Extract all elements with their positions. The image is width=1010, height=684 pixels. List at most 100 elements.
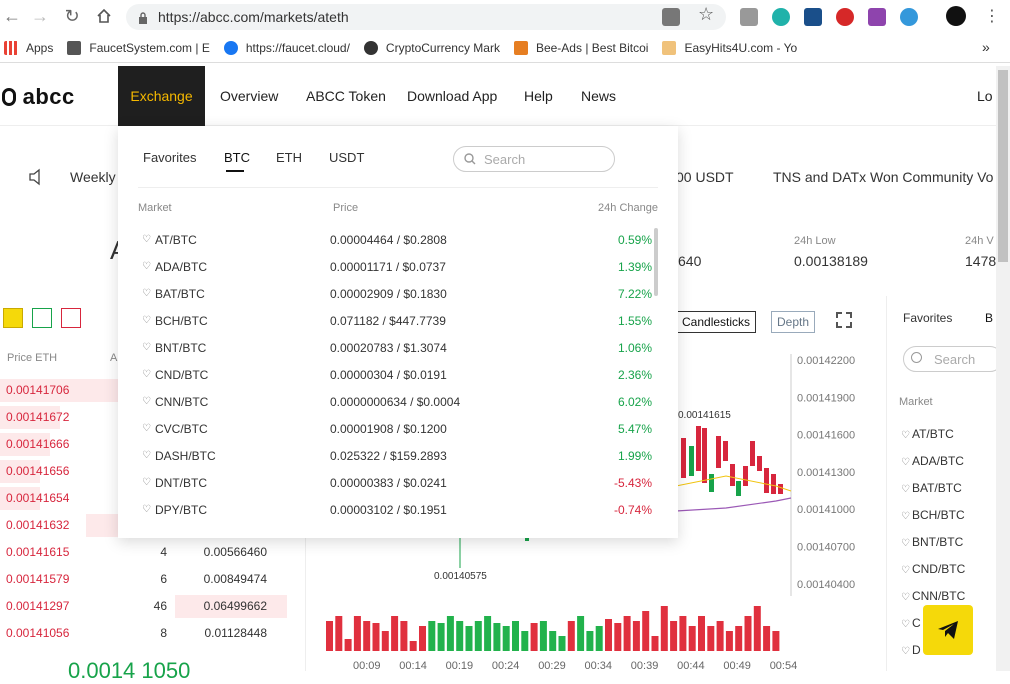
bookmark-easyhits[interactable]: EasyHits4U.com - Yo (662, 40, 797, 55)
logo[interactable]: abcc (2, 84, 75, 110)
market-row[interactable]: ♡ DNT/BTC 0.00000383 / $0.0241 -5.43% (118, 469, 678, 496)
heart-icon[interactable]: ♡ (901, 484, 910, 495)
market-row[interactable]: ♡ BCH/BTC 0.071182 / $447.7739 1.55% (118, 307, 678, 334)
right-tab-favorites[interactable]: Favorites (903, 311, 952, 325)
bookmarks-more[interactable]: » (982, 39, 990, 55)
right-market-row[interactable]: ♡ CND/BTC (901, 562, 965, 576)
candle (723, 441, 728, 461)
search-icon (911, 352, 922, 363)
right-market-row[interactable]: ♡ BAT/BTC (901, 481, 962, 495)
right-market-row[interactable]: ♡ CNN/BTC (901, 589, 965, 603)
heart-icon[interactable]: ♡ (142, 261, 151, 272)
volume-bar (446, 616, 454, 651)
dropdown-tab-usdt[interactable]: USDT (329, 150, 364, 165)
heart-icon[interactable]: ♡ (142, 396, 151, 407)
heart-icon[interactable]: ♡ (901, 592, 910, 603)
heart-icon[interactable]: ♡ (142, 477, 151, 488)
telegram-button[interactable] (923, 605, 973, 655)
view-both-icon[interactable] (3, 308, 23, 328)
reload-icon[interactable]: ↻ (60, 4, 84, 28)
orderbook-row[interactable]: 0.00141297 46 0.06499662 (0, 593, 287, 620)
dropdown-tab-eth[interactable]: ETH (276, 150, 302, 165)
market-row[interactable]: ♡ CVC/BTC 0.00001908 / $0.1200 5.47% (118, 415, 678, 442)
bookmark-bee-ads[interactable]: Bee-Ads | Best Bitcoi (513, 40, 648, 55)
market-row[interactable]: ♡ AT/BTC 0.00004464 / $0.2808 0.59% (118, 226, 678, 253)
heart-icon[interactable]: ♡ (142, 504, 151, 515)
bookmark-faucetsystem[interactable]: FaucetSystem.com | E (67, 40, 210, 55)
right-market-row[interactable]: ♡ BCH/BTC (901, 508, 965, 522)
right-tab-btc[interactable]: B (985, 311, 993, 325)
heart-icon[interactable]: ♡ (142, 369, 151, 380)
home-icon[interactable] (92, 4, 116, 28)
heart-icon[interactable]: ♡ (142, 423, 151, 434)
profile-avatar[interactable] (946, 6, 966, 26)
right-market-row[interactable]: ♡ ADA/BTC (901, 454, 964, 468)
nav-download-app[interactable]: Download App (407, 88, 497, 104)
bookmarks-bar: Apps FaucetSystem.com | E https://faucet… (0, 33, 1010, 63)
ticker-mid[interactable]: 00 USDT (676, 169, 734, 185)
view-asks-icon[interactable] (61, 308, 81, 328)
nav-exchange[interactable]: Exchange (118, 66, 205, 126)
dropdown-scrollbar[interactable] (654, 228, 658, 296)
nav-abcc-token[interactable]: ABCC Token (306, 88, 386, 104)
star-icon[interactable]: ☆ (698, 4, 714, 25)
menu-icon[interactable]: ⋮ (984, 6, 1000, 26)
right-market-row[interactable]: ♡ AT/BTC (901, 427, 954, 441)
heart-icon[interactable]: ♡ (901, 511, 910, 522)
orderbook-row[interactable]: 0.00141615 4 0.00566460 (0, 539, 287, 566)
extension-icon-1[interactable] (740, 8, 758, 26)
dropdown-tab-btc[interactable]: BTC (224, 150, 250, 165)
lock-icon (138, 11, 148, 24)
orderbook-row[interactable]: 0.00141056 8 0.01128448 (0, 620, 287, 647)
ticker-right[interactable]: TNS and DATx Won Community Vo (773, 169, 993, 185)
page-scrollbar-thumb[interactable] (998, 70, 1008, 262)
heart-icon[interactable]: ♡ (901, 538, 910, 549)
translate-icon[interactable] (662, 8, 680, 26)
heart-icon[interactable]: ♡ (142, 450, 151, 461)
extension-icon-4[interactable] (836, 8, 854, 26)
nav-overview[interactable]: Overview (220, 88, 278, 104)
view-bids-icon[interactable] (32, 308, 52, 328)
heart-icon[interactable]: ♡ (142, 288, 151, 299)
extension-icon-5[interactable] (868, 8, 886, 26)
dropdown-tab-favorites[interactable]: Favorites (143, 150, 196, 165)
bee-icon (513, 40, 528, 55)
extension-icon-3[interactable] (804, 8, 822, 26)
market-row[interactable]: ♡ CND/BTC 0.00000304 / $0.0191 2.36% (118, 361, 678, 388)
heart-icon[interactable]: ♡ (142, 342, 151, 353)
nav-news[interactable]: News (581, 88, 616, 104)
right-market-row[interactable]: ♡ BNT/BTC (901, 535, 963, 549)
heart-icon[interactable]: ♡ (901, 646, 910, 657)
heart-icon[interactable]: ♡ (901, 430, 910, 441)
heart-icon[interactable]: ♡ (142, 315, 151, 326)
dropdown-search-input[interactable]: Search (453, 146, 615, 172)
x-tick-label: 00:44 (677, 660, 705, 671)
nav-login[interactable]: Lo (977, 88, 993, 104)
volume-bar (474, 621, 482, 651)
address-bar[interactable]: https://abcc.com/markets/ateth (126, 4, 726, 30)
heart-icon[interactable]: ♡ (901, 619, 910, 630)
heart-icon[interactable]: ♡ (901, 565, 910, 576)
volume-bar (586, 631, 594, 651)
right-market-row[interactable]: ♡ D (901, 643, 921, 657)
market-row[interactable]: ♡ BAT/BTC 0.00002909 / $0.1830 7.22% (118, 280, 678, 307)
right-market-row[interactable]: ♡ C (901, 616, 921, 630)
market-row[interactable]: ♡ DPY/BTC 0.00003102 / $0.1951 -0.74% (118, 496, 678, 523)
heart-icon[interactable]: ♡ (142, 234, 151, 245)
bookmark-apps[interactable]: Apps (4, 40, 53, 55)
heart-icon[interactable]: ♡ (901, 457, 910, 468)
bookmark-faucet-cloud[interactable]: https://faucet.cloud/ (223, 40, 350, 55)
forward-icon[interactable]: → (28, 4, 52, 28)
market-row[interactable]: ♡ BNT/BTC 0.00020783 / $1.3074 1.06% (118, 334, 678, 361)
orderbook-row[interactable]: 0.00141579 6 0.00849474 (0, 566, 287, 593)
extension-icon-2[interactable] (772, 8, 790, 26)
back-icon[interactable]: ← (0, 4, 24, 28)
extension-icon-6[interactable] (900, 8, 918, 26)
market-row[interactable]: ♡ DASH/BTC 0.025322 / $159.2893 1.99% (118, 442, 678, 469)
volume-bar (344, 639, 352, 651)
market-row[interactable]: ♡ ADA/BTC 0.00001171 / $0.0737 1.39% (118, 253, 678, 280)
ticker-left[interactable]: Weekly (70, 169, 116, 185)
market-row[interactable]: ♡ CNN/BTC 0.0000000634 / $0.0004 6.02% (118, 388, 678, 415)
nav-help[interactable]: Help (524, 88, 553, 104)
bookmark-cryptocurrency[interactable]: CryptoCurrency Mark (363, 40, 500, 55)
